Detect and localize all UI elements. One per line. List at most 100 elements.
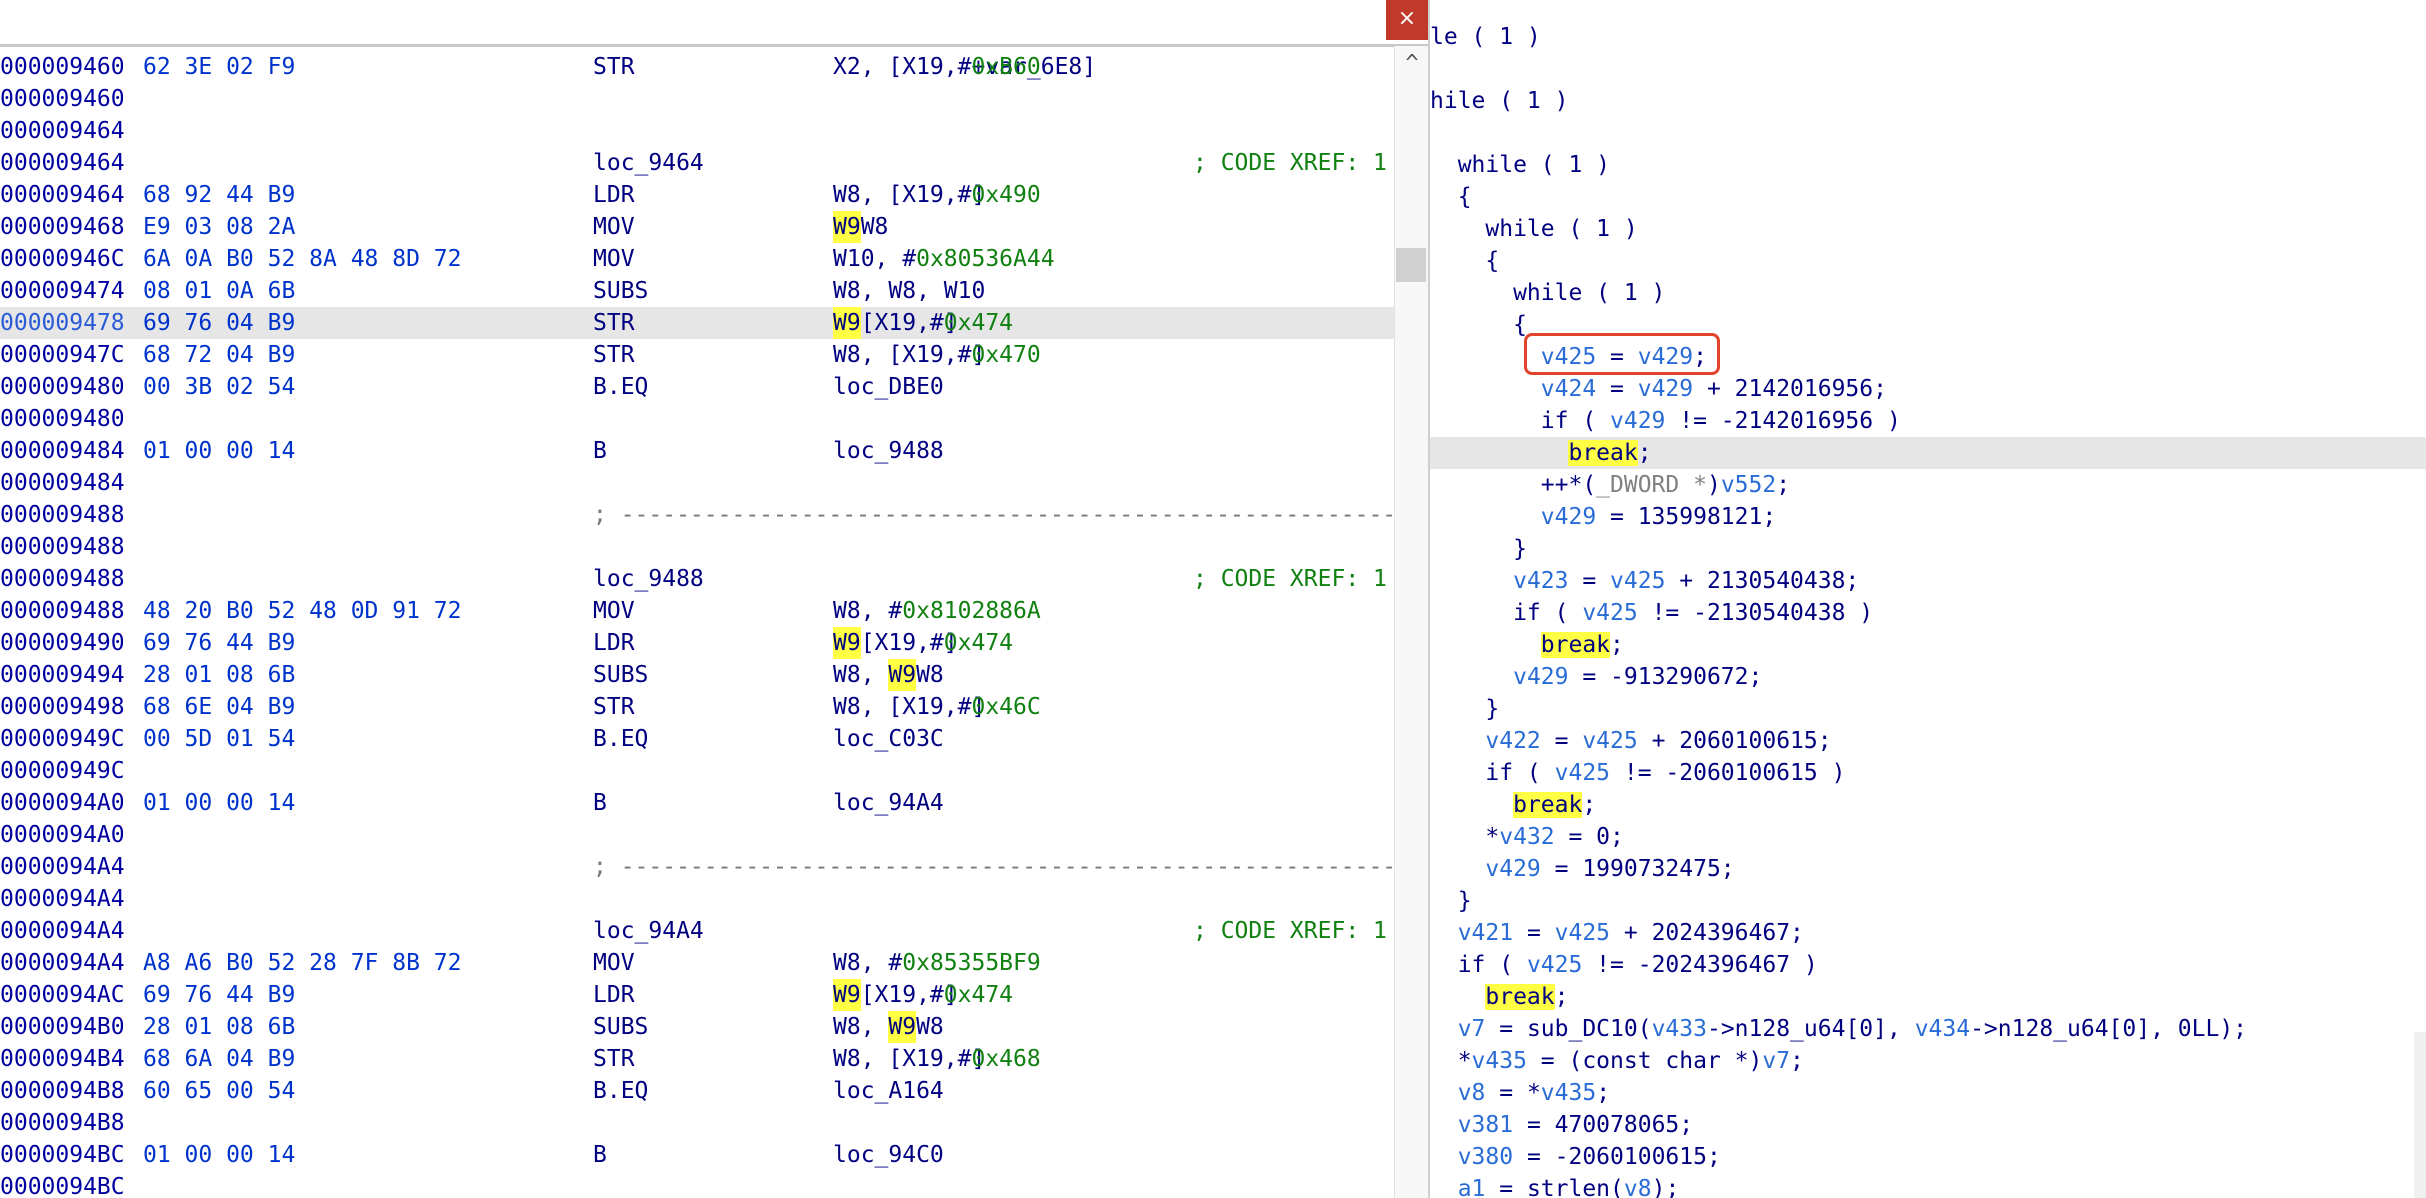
pseudocode-text: break; (1485, 984, 1569, 1010)
pseudocode-line[interactable]: *v432 = 0; (1430, 821, 2426, 853)
pseudocode-line[interactable]: a1 = strlen(v8); (1430, 1173, 2426, 1198)
pseudocode-text: if ( v425 != -2130540438 ) (1430, 600, 1874, 626)
opcode-bytes: 01 00 00 14 (143, 1142, 296, 1168)
disassembly-line[interactable]: 00000949C (0, 755, 1394, 787)
opcode-bytes: 68 6A 04 B9 (143, 1046, 296, 1072)
pseudocode-text: le ( 1 ) (1430, 24, 1541, 50)
pseudocode-line[interactable]: v429 = 1990732475; (1430, 853, 2426, 885)
opcode-bytes: 08 01 0A 6B (143, 278, 296, 304)
disassembly-scrollbar-thumb[interactable] (1396, 248, 1426, 282)
disassembly-line[interactable]: 000009468 E9 03 08 2A MOV W9, W8 (0, 211, 1394, 243)
numeric-operand: 0x46C (971, 694, 1041, 720)
disassembly-line[interactable]: 000009464 68 92 44 B9 LDR W8, [X19,# 0x490] (0, 179, 1394, 211)
pseudocode-line[interactable]: { (1430, 245, 2426, 277)
variable-token: v435 (1540, 1080, 1597, 1106)
disassembly-vertical-scrollbar[interactable] (1394, 46, 1428, 1198)
variable-token: v425 (1610, 568, 1666, 594)
disassembly-line[interactable]: 00000947C 68 72 04 B9 STR W8, [X19,# 0x470] (0, 339, 1394, 371)
pseudocode-text: if ( v425 != -2024396467 ) (1430, 952, 1818, 978)
disassembly-line[interactable]: 0000094BC 01 00 00 14 Bloc_94C0 (0, 1139, 1394, 1171)
disassembly-pane[interactable]: 000009460 62 3E 02 F9 STR X2, [X19,# 0xB60 +v… (0, 0, 1428, 1198)
pseudocode-line[interactable]: { (1430, 181, 2426, 213)
disassembly-line[interactable]: 000009498 68 6E 04 B9 STR W8, [X19,# 0x46C] (0, 691, 1394, 723)
pseudocode-line[interactable]: if ( v425 != -2130540438 ) (1430, 597, 2426, 629)
pseudocode-line[interactable]: v429 = -913290672; (1430, 661, 2426, 693)
disassembly-line[interactable]: 0000094AC 69 76 44 B9 LDR W9, [X19,# 0x474] (0, 979, 1394, 1011)
disassembly-line[interactable]: 00000949C 00 5D 01 54 B.EQ loc_C03C (0, 723, 1394, 755)
pseudocode-line[interactable]: *v435 = (const char *)v7; (1430, 1045, 2426, 1077)
disassembly-line[interactable]: 000009484 01 00 00 14 Bloc_9488 (0, 435, 1394, 467)
pseudocode-line[interactable]: if ( v425 != -2060100615 ) (1430, 757, 2426, 789)
opcode-bytes: 28 01 08 6B (143, 1014, 296, 1040)
disassembly-line[interactable]: 0000094A0 (0, 819, 1394, 851)
variable-token: v434 (1914, 1016, 1971, 1042)
close-button[interactable]: × (1386, 0, 1428, 40)
disassembly-line[interactable]: 000009480 00 3B 02 54 B.EQ loc_DBE0 (0, 371, 1394, 403)
instruction-operands: W9, [X19,# 0x474] (833, 307, 1013, 339)
pseudocode-line[interactable]: v424 = v429 + 2142016956; (1430, 373, 2426, 405)
pseudocode-line[interactable]: v429 = 135998121; (1430, 501, 2426, 533)
opcode-bytes: 00 5D 01 54 (143, 726, 296, 752)
disassembly-line[interactable]: 0000094A4 A8 A6 B0 52 28 7F 8B 72 MOV W8, #… (0, 947, 1394, 979)
pseudocode-line[interactable]: v422 = v425 + 2060100615; (1430, 725, 2426, 757)
disassembly-line[interactable]: 000009460 62 3E 02 F9 STR X2, [X19,# 0xB60 +v… (0, 51, 1394, 83)
pseudocode-line[interactable]: while ( 1 ) (1430, 277, 2426, 309)
pseudocode-line[interactable]: hile ( 1 ) (1430, 85, 2426, 117)
line-address: 0000094B0 (0, 1014, 125, 1040)
disassembly-line[interactable]: 000009490 69 76 44 B9 LDR W9, [X19,# 0x474] (0, 627, 1394, 659)
pseudocode-line[interactable]: if ( v425 != -2024396467 ) (1430, 949, 2426, 981)
pseudocode-text: hile ( 1 ) (1430, 88, 1569, 114)
disassembly-line[interactable]: 000009478 69 76 04 B9 STR W9, [X19,# 0x474] (0, 307, 1394, 339)
pseudocode-line[interactable]: break; (1430, 629, 2426, 661)
pseudocode-line[interactable]: if ( v429 != -2142016956 ) (1430, 405, 2426, 437)
pseudocode-line[interactable]: } (1430, 533, 2426, 565)
pseudocode-line[interactable]: le ( 1 ) (1430, 21, 2426, 53)
disassembly-line[interactable]: 0000094B8 (0, 1107, 1394, 1139)
disassembly-line[interactable]: 000009484 (0, 467, 1394, 499)
scroll-up-arrow-icon[interactable]: ^ (1398, 52, 1426, 76)
pseudocode-line[interactable]: v421 = v425 + 2024396467; (1430, 917, 2426, 949)
pseudocode-line[interactable]: v381 = 470078065; (1430, 1109, 2426, 1141)
pseudocode-line[interactable] (1430, 53, 2426, 85)
disassembly-line[interactable]: 00000946C 6A 0A B0 52 8A 48 8D 72 MOV W10, … (0, 243, 1394, 275)
disassembly-line[interactable]: 000009460 (0, 83, 1394, 115)
line-address: 0000094A4 (0, 918, 125, 944)
pseudocode-listing[interactable]: le ( 1 ) hile ( 1 ) while ( 1 ) { while (… (1430, 21, 2426, 1198)
disassembly-listing[interactable]: 000009460 62 3E 02 F9 STR X2, [X19,# 0xB60 +v… (0, 51, 1428, 1198)
opcode-bytes: 69 76 44 B9 (143, 630, 296, 656)
pseudocode-line[interactable]: v7 = sub_DC10(v433->n128_u64[0], v434->n… (1430, 1013, 2426, 1045)
disassembly-line[interactable]: 0000094B4 68 6A 04 B9 STR W8, [X19,# 0x468] (0, 1043, 1394, 1075)
pseudocode-line[interactable]: break; (1430, 437, 2426, 469)
disassembly-line[interactable]: 0000094B0 28 01 08 6B SUBS W8, W9, W8 (0, 1011, 1394, 1043)
disassembly-line[interactable]: 0000094A4 ; -----------------------------… (0, 851, 1428, 883)
pseudocode-line[interactable]: } (1430, 693, 2426, 725)
disassembly-line[interactable]: 0000094A4 (0, 883, 1394, 915)
disassembly-line[interactable]: 0000094A0 01 00 00 14 Bloc_94A4 (0, 787, 1394, 819)
disassembly-line[interactable]: 000009488 48 20 B0 52 48 0D 91 72 MOV W8, #… (0, 595, 1394, 627)
disassembly-line[interactable]: 000009480 (0, 403, 1394, 435)
pseudocode-line[interactable]: } (1430, 885, 2426, 917)
disassembly-line[interactable]: 000009464 (0, 115, 1394, 147)
disassembly-line[interactable]: 000009488 ; -----------------------------… (0, 499, 1428, 531)
highlighted-token: W9 (833, 627, 861, 659)
pseudocode-line[interactable]: ++*(_DWORD *)v552; (1430, 469, 2426, 501)
disassembly-line[interactable]: 0000094BC (0, 1171, 1394, 1198)
disassembly-line[interactable]: 000009464 loc_9464 ; CODE XREF: 1 (0, 147, 1394, 179)
disassembly-line[interactable]: 000009494 28 01 08 6B SUBS W8, W9, W8 (0, 659, 1394, 691)
pseudocode-line[interactable] (1430, 117, 2426, 149)
disassembly-line[interactable]: 000009488 loc_9488 ; CODE XREF: 1 (0, 563, 1394, 595)
pseudocode-line[interactable]: break; (1430, 981, 2426, 1013)
pseudocode-line[interactable]: v380 = -2060100615; (1430, 1141, 2426, 1173)
disassembly-line[interactable]: 000009488 (0, 531, 1394, 563)
pseudocode-line[interactable]: break; (1430, 789, 2426, 821)
pseudocode-line[interactable]: v8 = *v435; (1430, 1077, 2426, 1109)
pseudocode-pane[interactable]: le ( 1 ) hile ( 1 ) while ( 1 ) { while (… (1430, 0, 2426, 1198)
disassembly-line[interactable]: 0000094A4 loc_94A4 ; CODE XREF: 1 (0, 915, 1394, 947)
pseudocode-line[interactable]: while ( 1 ) (1430, 213, 2426, 245)
disassembly-line[interactable]: 000009474 08 01 0A 6B SUBS W8, W8, W10 (0, 275, 1394, 307)
pseudocode-text: v424 = v429 + 2142016956; (1540, 376, 1887, 402)
pseudocode-line[interactable]: while ( 1 ) (1430, 149, 2426, 181)
pseudocode-line[interactable]: v423 = v425 + 2130540438; (1430, 565, 2426, 597)
pseudocode-vertical-scrollbar[interactable] (2414, 1032, 2426, 1198)
disassembly-line[interactable]: 0000094B8 60 65 00 54 B.EQ loc_A164 (0, 1075, 1394, 1107)
